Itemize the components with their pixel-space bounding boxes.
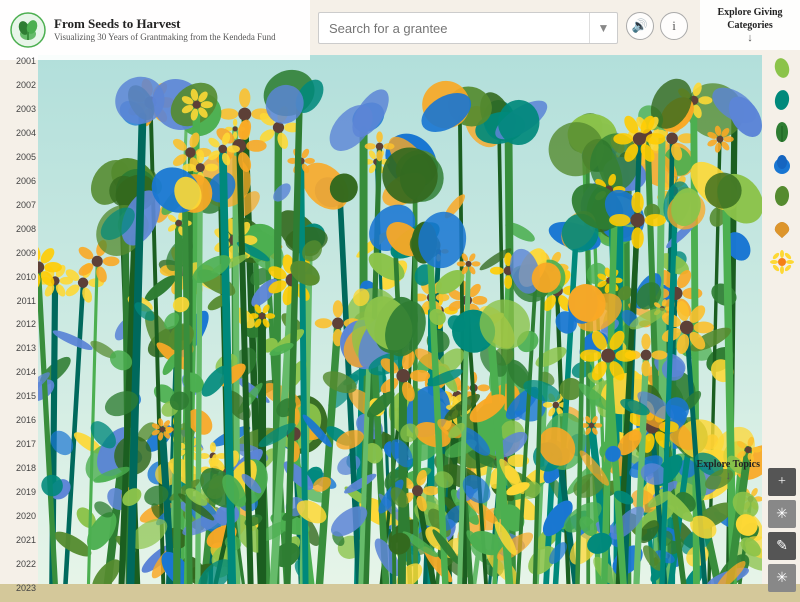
year-label-2001: 2001 — [0, 57, 40, 66]
year-label-2023: 2023 — [0, 584, 40, 593]
search-dropdown-arrow[interactable]: ▼ — [589, 13, 617, 43]
page-title: From Seeds to Harvest — [54, 16, 276, 32]
year-label-2015: 2015 — [0, 392, 40, 401]
year-label-2012: 2012 — [0, 320, 40, 329]
category-icon-4[interactable] — [768, 152, 796, 180]
explore-giving-panel[interactable]: Explore Giving Categories ↓ — [700, 0, 800, 50]
year-label-2007: 2007 — [0, 201, 40, 210]
explore-giving-arrow: ↓ — [708, 32, 792, 44]
year-labels: 2001 2002 2003 2004 2005 2006 2007 2008 2009 2010… — [0, 55, 40, 595]
info-button[interactable]: i — [660, 12, 688, 40]
visualization-canvas — [38, 55, 762, 602]
snowflake-button[interactable]: ✳ — [768, 500, 796, 528]
explore-topics-label: Explore Topics — [697, 459, 760, 470]
year-label-2022: 2022 — [0, 560, 40, 569]
category-icon-2[interactable] — [768, 88, 796, 116]
search-input[interactable] — [319, 21, 589, 36]
page-subtitle: Visualizing 30 Years of Grantmaking from… — [54, 32, 276, 44]
bottom-strip — [0, 584, 800, 602]
category-icon-7[interactable] — [768, 248, 796, 276]
year-label-2009: 2009 — [0, 249, 40, 258]
category-icon-3[interactable] — [768, 120, 796, 148]
year-label-2006: 2006 — [0, 177, 40, 186]
category-icons-panel — [768, 56, 796, 276]
icon-buttons: 🔊 i — [626, 12, 688, 40]
header: From Seeds to Harvest Visualizing 30 Yea… — [0, 0, 310, 60]
asterisk-button[interactable]: ✳ — [768, 564, 796, 592]
year-label-2016: 2016 — [0, 416, 40, 425]
bottom-toolbar: + ✳ ✎ ✳ — [768, 468, 796, 592]
pencil-button[interactable]: ✎ — [768, 532, 796, 560]
zoom-in-button[interactable]: + — [768, 468, 796, 496]
year-label-2002: 2002 — [0, 81, 40, 90]
year-label-2003: 2003 — [0, 105, 40, 114]
year-label-2019: 2019 — [0, 488, 40, 497]
explore-topics-panel[interactable]: Explore Topics ↓ — [697, 459, 760, 482]
category-icon-1[interactable] — [768, 56, 796, 84]
explore-giving-label: Explore Giving Categories — [708, 6, 792, 32]
search-bar[interactable]: ▼ — [318, 12, 618, 44]
year-label-2011: 2011 — [0, 297, 40, 306]
year-label-2021: 2021 — [0, 536, 40, 545]
explore-topics-arrow: ↓ — [697, 470, 760, 482]
year-label-2013: 2013 — [0, 344, 40, 353]
year-label-2020: 2020 — [0, 512, 40, 521]
logo-icon — [10, 12, 46, 48]
year-label-2010: 2010 — [0, 273, 40, 282]
category-icon-5[interactable] — [768, 184, 796, 212]
year-label-2004: 2004 — [0, 129, 40, 138]
year-label-2005: 2005 — [0, 153, 40, 162]
audio-button[interactable]: 🔊 — [626, 12, 654, 40]
year-label-2018: 2018 — [0, 464, 40, 473]
year-label-2008: 2008 — [0, 225, 40, 234]
category-icon-6[interactable] — [768, 216, 796, 244]
year-label-2014: 2014 — [0, 368, 40, 377]
year-label-2017: 2017 — [0, 440, 40, 449]
